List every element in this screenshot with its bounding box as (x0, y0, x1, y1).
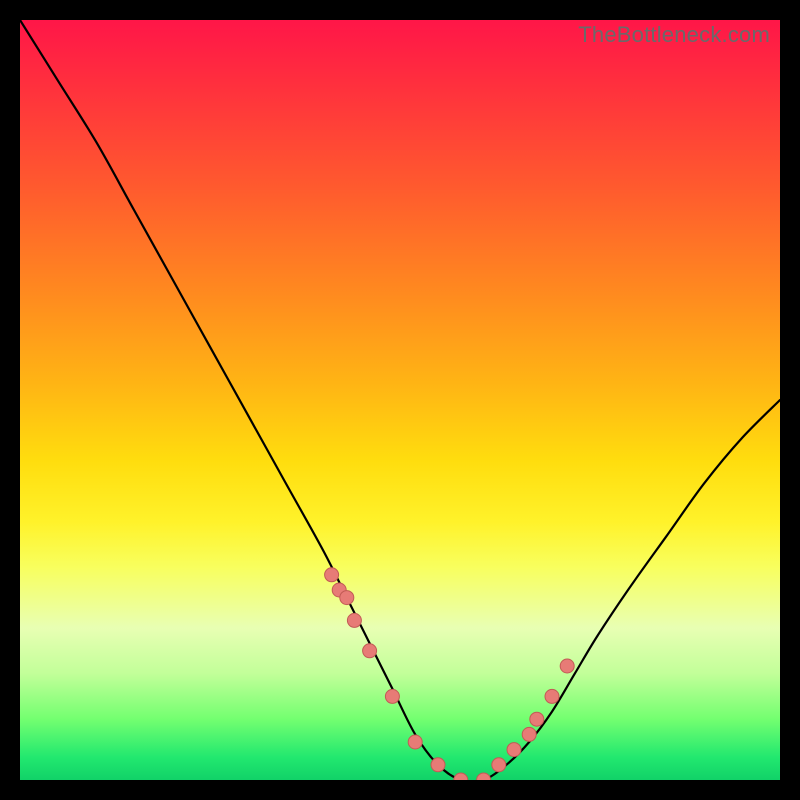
highlight-dot (325, 568, 339, 582)
bottleneck-curve (20, 20, 780, 780)
highlight-dot (385, 689, 399, 703)
highlight-dot (408, 735, 422, 749)
highlight-dot (431, 758, 445, 772)
highlight-dot (492, 758, 506, 772)
plot-area: TheBottleneck.com (20, 20, 780, 780)
highlight-dot (530, 712, 544, 726)
highlighted-dots-group (325, 568, 575, 780)
highlight-dot (507, 743, 521, 757)
highlight-dot (545, 689, 559, 703)
highlight-dot (454, 773, 468, 780)
highlight-dot (347, 613, 361, 627)
highlight-dot (477, 773, 491, 780)
bottleneck-chart-svg (20, 20, 780, 780)
chart-frame: TheBottleneck.com (0, 0, 800, 800)
highlight-dot (363, 644, 377, 658)
highlight-dot (560, 659, 574, 673)
highlight-dot (340, 591, 354, 605)
highlight-dot (522, 727, 536, 741)
